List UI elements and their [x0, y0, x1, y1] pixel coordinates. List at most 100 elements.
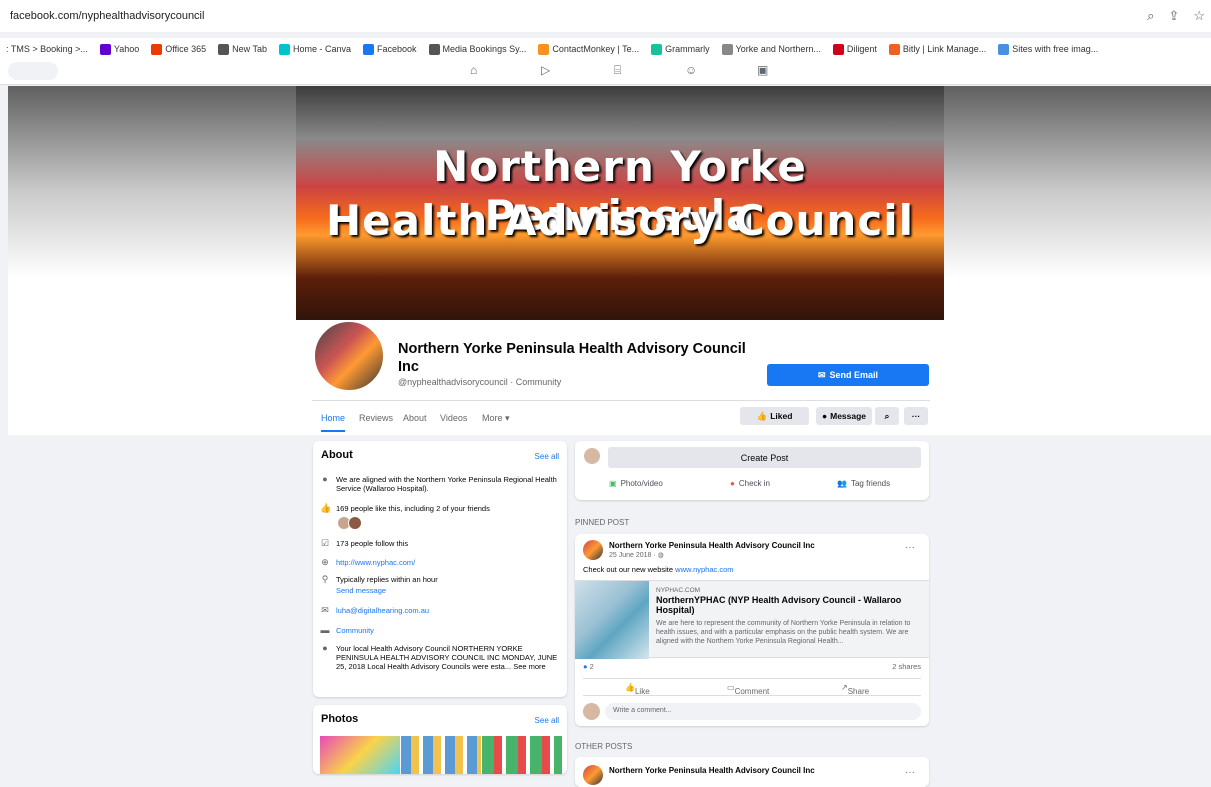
bookmark-favicon-icon — [151, 43, 163, 55]
like-button[interactable]: 👍 Like — [625, 683, 650, 696]
post-stats: ● 2 2 shares — [583, 662, 921, 671]
post-options-icon[interactable]: ··· — [905, 767, 915, 778]
check-in-button[interactable]: ● Check in — [730, 479, 770, 488]
tab-videos[interactable]: Videos — [440, 413, 467, 423]
bookmark-item[interactable]: Bitly | Link Manage... — [888, 43, 986, 55]
tab-more[interactable]: More ▾ — [482, 413, 510, 424]
create-post-card: Create Post ▣ Photo/video ● Check in 👥 Tag … — [575, 441, 929, 500]
marketplace-icon[interactable]: ⌸ — [614, 63, 621, 78]
bookmark-label: Yorke and Northern... — [735, 44, 821, 54]
address-bar[interactable]: facebook.com/nyphealthadvisorycouncil ⌕ … — [0, 0, 1211, 32]
post-author[interactable]: Northern Yorke Peninsula Health Advisory… — [609, 541, 815, 550]
about-follows: ☑ 173 people follow this — [320, 539, 560, 549]
groups-icon[interactable]: ☺ — [685, 63, 697, 77]
post-text: Check out our new website www.nyphac.com — [583, 565, 734, 574]
share-icon[interactable]: ⇪ — [1168, 8, 1179, 24]
link-domain: NYPHAC.COM — [656, 587, 701, 594]
bookmark-label: New Tab — [232, 44, 267, 54]
post-options-icon[interactable]: ··· — [905, 542, 915, 553]
website-link[interactable]: http://www.nyphac.com/ — [336, 558, 415, 567]
send-message-link[interactable]: Send message — [336, 586, 386, 595]
link-preview[interactable]: NYPHAC.COM NorthernYPHAC (NYP Health Adv… — [575, 580, 929, 659]
avatar[interactable] — [313, 320, 385, 392]
photo-video-button[interactable]: ▣ Photo/video — [609, 479, 663, 488]
thumbs-up-icon: 👍 — [756, 410, 768, 421]
share-button[interactable]: ↗ Share — [841, 683, 869, 696]
photos-card: Photos See all — [313, 705, 567, 774]
bookmark-item[interactable]: Home - Canva — [278, 43, 351, 55]
photo-thumbnail[interactable] — [401, 736, 481, 774]
gaming-icon[interactable]: ▣ — [757, 63, 768, 77]
avatar[interactable] — [583, 447, 601, 465]
bookmark-item[interactable]: Sites with free imag... — [998, 43, 1099, 55]
bookmark-favicon-icon — [888, 43, 900, 55]
bookmark-favicon-icon — [721, 43, 733, 55]
star-icon[interactable]: ☆ — [1193, 8, 1205, 24]
friend-avatars[interactable] — [337, 516, 367, 532]
message-label: Message — [830, 411, 867, 421]
tab-about[interactable]: About — [403, 413, 427, 423]
bookmark-favicon-icon — [278, 43, 290, 55]
comment-button[interactable]: ▭ Comment — [727, 683, 769, 696]
bookmark-item[interactable]: : TMS > Booking >... — [6, 44, 88, 54]
category-link[interactable]: Community — [336, 626, 374, 635]
comment-input[interactable]: Write a comment... — [605, 703, 921, 720]
bookmark-item[interactable]: Yorke and Northern... — [721, 43, 821, 55]
photo-thumbnail[interactable] — [482, 736, 562, 774]
search-icon: ⌕ — [884, 410, 890, 421]
about-send-message: Send message — [320, 586, 560, 595]
search-button[interactable]: ⌕ — [875, 407, 899, 425]
about-see-all-link[interactable]: See all — [535, 452, 559, 461]
cover-title-line2: Health Advisory Council — [325, 196, 915, 245]
url-text[interactable]: facebook.com/nyphealthadvisorycouncil — [10, 10, 204, 22]
checkin-label: Check in — [738, 479, 770, 488]
bookmark-item[interactable]: Facebook — [363, 43, 417, 55]
photos-see-all-link[interactable]: See all — [535, 716, 559, 725]
bookmark-item[interactable]: ContactMonkey | Te... — [538, 43, 640, 55]
email-link[interactable]: luha@digitalhearing.com.au — [336, 606, 429, 615]
post-text-link[interactable]: www.nyphac.com — [675, 565, 733, 574]
see-more-link[interactable]: See more — [513, 662, 546, 671]
info-icon: ● — [322, 643, 328, 653]
liked-button[interactable]: 👍 Liked — [740, 407, 809, 425]
about-category: ▬ Community — [320, 625, 560, 636]
bookmark-label: Diligent — [846, 44, 877, 54]
photo-thumbnail[interactable] — [320, 736, 400, 774]
email-icon: ✉ — [321, 605, 329, 615]
avatar[interactable] — [583, 703, 600, 720]
bookmark-label: Facebook — [377, 44, 417, 54]
send-email-button[interactable]: ✉ Send Email — [767, 364, 929, 386]
post-date[interactable]: 25 June 2018 · ◍ — [609, 551, 664, 559]
bookmark-label: ContactMonkey | Te... — [552, 44, 640, 54]
link-preview-image — [575, 581, 649, 659]
more-options-button[interactable]: ··· — [904, 407, 928, 425]
home-icon[interactable]: ⌂ — [470, 63, 477, 77]
bookmark-label: Yahoo — [113, 44, 140, 54]
message-button[interactable]: ● Message — [816, 407, 872, 425]
search-pill[interactable] — [8, 62, 58, 80]
avatar[interactable] — [583, 540, 603, 560]
bookmark-item[interactable]: Grammarly — [651, 43, 710, 55]
bookmark-item[interactable]: Media Bookings Sy... — [428, 43, 526, 55]
tab-reviews[interactable]: Reviews — [359, 413, 393, 423]
photo-label: Photo/video — [620, 479, 663, 488]
create-post-button[interactable]: Create Post — [608, 447, 921, 468]
share-label: Share — [847, 687, 870, 696]
friend-avatar[interactable] — [348, 516, 362, 530]
pinned-post: Northern Yorke Peninsula Health Advisory… — [575, 534, 929, 726]
share-count[interactable]: 2 shares — [892, 662, 921, 671]
avatar[interactable] — [583, 765, 603, 785]
watch-icon[interactable]: ▷ — [541, 63, 550, 77]
cover-photo[interactable]: Northern Yorke Penninsula Health Advisor… — [296, 86, 944, 326]
zoom-icon[interactable]: ⌕ — [1147, 8, 1154, 24]
bookmark-label: Sites with free imag... — [1012, 44, 1099, 54]
reaction-count[interactable]: 2 — [590, 662, 594, 671]
tag-friends-button[interactable]: 👥 Tag friends — [837, 479, 890, 488]
bookmark-item[interactable]: Office 365 — [151, 43, 206, 55]
bookmark-item[interactable]: Diligent — [832, 43, 877, 55]
tab-home[interactable]: Home — [321, 413, 346, 432]
bookmark-item[interactable]: New Tab — [218, 43, 267, 55]
bookmark-item[interactable]: Yahoo — [99, 43, 140, 55]
messenger-icon: ● — [821, 411, 828, 421]
folder-icon: ▬ — [320, 625, 330, 635]
